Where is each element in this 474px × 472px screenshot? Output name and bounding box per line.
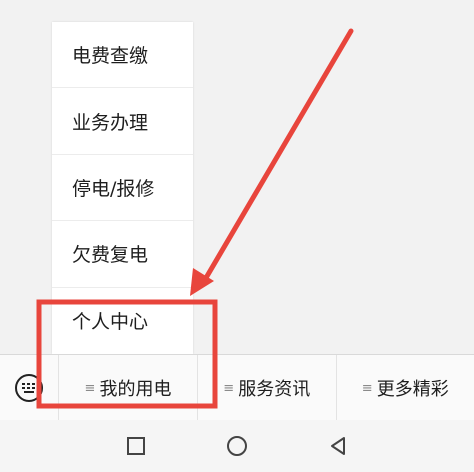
menu-item-personal-center[interactable]: 个人中心 xyxy=(52,288,193,354)
menu-lines-icon: ≡ xyxy=(84,380,96,396)
tab-label: 服务资讯 xyxy=(238,379,311,400)
menu-item-restore-power[interactable]: 欠费复电 xyxy=(52,221,193,288)
menu-item-label: 欠费复电 xyxy=(72,244,149,267)
system-navigation-bar xyxy=(0,420,474,472)
menu-item-label: 停电/报修 xyxy=(72,177,155,200)
back-icon[interactable] xyxy=(326,434,350,458)
tab-label: 更多精彩 xyxy=(376,379,449,400)
keyboard-toggle-button[interactable] xyxy=(0,355,58,421)
menu-item-business[interactable]: 业务办理 xyxy=(52,88,193,155)
menu-item-label: 个人中心 xyxy=(72,311,149,334)
annotation-arrow-line xyxy=(200,28,354,286)
menu-item-label: 电费查缴 xyxy=(72,45,149,68)
menu-lines-icon: ≡ xyxy=(361,380,373,396)
recent-apps-icon[interactable] xyxy=(124,434,148,458)
popup-menu: 电费查缴 业务办理 停电/报修 欠费复电 个人中心 xyxy=(52,22,193,354)
tab-service-info[interactable]: ≡ 服务资讯 xyxy=(197,355,336,421)
tab-more[interactable]: ≡ 更多精彩 xyxy=(335,355,474,421)
bottom-menu-bar: ≡ 我的用电 ≡ 服务资讯 ≡ 更多精彩 xyxy=(0,354,474,421)
menu-item-outage-repair[interactable]: 停电/报修 xyxy=(52,155,193,222)
menu-item-label: 业务办理 xyxy=(72,111,149,134)
menu-lines-icon: ≡ xyxy=(223,380,235,396)
tab-label: 我的用电 xyxy=(99,379,172,400)
keyboard-icon xyxy=(15,374,43,402)
annotation-arrow-head xyxy=(190,268,214,296)
home-icon[interactable] xyxy=(225,434,249,458)
tab-my-electricity[interactable]: ≡ 我的用电 xyxy=(58,355,197,421)
menu-item-bill-payment[interactable]: 电费查缴 xyxy=(52,22,193,89)
